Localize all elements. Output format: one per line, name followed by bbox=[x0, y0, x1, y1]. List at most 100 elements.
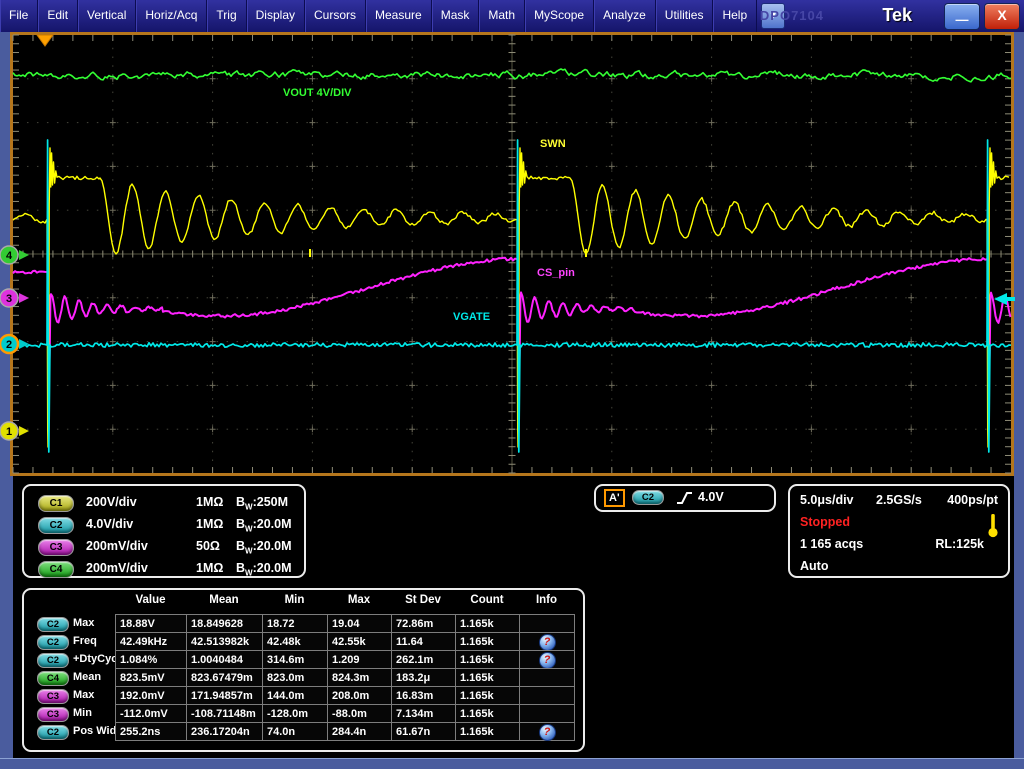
meas-cell: 314.6m bbox=[262, 650, 328, 669]
menu-items: FileEditVerticalHoriz/AcqTrigDisplayCurs… bbox=[0, 0, 757, 32]
meas-cell: 823.5mV bbox=[115, 668, 187, 687]
thermometer-icon bbox=[986, 513, 1000, 539]
channel-settings-panel[interactable]: C1200V/div1MΩBW:250MC24.0V/div1MΩBW:20.0… bbox=[22, 484, 306, 578]
info-icon[interactable]: ? bbox=[539, 652, 556, 669]
meas-cell: 74.0n bbox=[262, 722, 328, 741]
meas-cell: 42.49kHz bbox=[115, 632, 187, 651]
channel-impedance: 50Ω bbox=[196, 539, 220, 553]
meas-source-badge-c2[interactable]: C2 bbox=[37, 725, 69, 740]
meas-source-badge-c3[interactable]: C3 bbox=[37, 689, 69, 704]
meas-header-mean: Mean bbox=[186, 594, 262, 610]
channel-badge-c4[interactable]: C4 bbox=[38, 561, 74, 578]
oscilloscope-screen: { "window": { "title_model": "DPO7104", … bbox=[0, 0, 1024, 768]
meas-cell: 18.72 bbox=[262, 614, 328, 633]
channel-readout-c1[interactable]: C1200V/div1MΩBW:250M bbox=[24, 494, 304, 512]
info-icon[interactable]: ? bbox=[539, 724, 556, 741]
menu-item-analyze[interactable]: Analyze bbox=[594, 0, 656, 32]
channel-readout-c2[interactable]: C2 4.0V/div 1MΩ BW:20.0M bbox=[24, 516, 304, 534]
meas-source-badge-c2[interactable]: C2 bbox=[37, 635, 69, 650]
meas-name-mean: Mean bbox=[73, 668, 101, 687]
menu-item-myscope[interactable]: MyScope bbox=[525, 0, 594, 32]
menu-item-mask[interactable]: Mask bbox=[432, 0, 480, 32]
info-icon[interactable]: ? bbox=[539, 634, 556, 651]
acquisition-status: Stopped bbox=[800, 515, 850, 529]
meas-info-cell bbox=[519, 614, 575, 633]
meas-cell: 11.64 bbox=[391, 632, 456, 651]
channel-1-position-marker[interactable]: 1 bbox=[0, 422, 29, 440]
meas-cell: -128.0m bbox=[262, 704, 328, 723]
meas-cell: 19.04 bbox=[327, 614, 392, 633]
trigger-readout-panel[interactable]: A' C2 4.0V bbox=[594, 484, 776, 512]
meas-cell: -108.71148m bbox=[186, 704, 263, 723]
meas-info-cell bbox=[519, 704, 575, 723]
close-button[interactable]: X bbox=[984, 3, 1020, 30]
meas-cell: 192.0mV bbox=[115, 686, 187, 705]
meas-cell: -88.0m bbox=[327, 704, 392, 723]
meas-cell: 1.165k bbox=[455, 650, 520, 669]
channel-badge-c2[interactable]: C2 bbox=[38, 517, 74, 534]
channel-scale: 200mV/div bbox=[86, 561, 148, 575]
meas-cell: 823.0m bbox=[262, 668, 328, 687]
menu-item-file[interactable]: File bbox=[0, 0, 38, 32]
trace-label-cs-pin: CS_pin bbox=[537, 267, 575, 279]
meas-cell: 236.17204n bbox=[186, 722, 263, 741]
menu-item-horiz-acq[interactable]: Horiz/Acq bbox=[136, 0, 207, 32]
meas-header-max: Max bbox=[327, 594, 391, 610]
channel-2-position-marker[interactable]: 2 bbox=[0, 335, 29, 353]
meas-name-min: Min bbox=[73, 704, 92, 723]
meas-cell: -112.0mV bbox=[115, 704, 187, 723]
minimize-button[interactable]: — bbox=[944, 3, 980, 30]
horizontal-acquisition-panel[interactable]: 5.0μs/div 2.5GS/s 400ps/pt Stopped 1 165… bbox=[788, 484, 1010, 578]
trigger-position-marker[interactable] bbox=[37, 35, 53, 46]
rising-edge-icon bbox=[676, 490, 694, 506]
meas-header-value: Value bbox=[115, 594, 186, 610]
channel-badge-c1[interactable]: C1 bbox=[38, 495, 74, 512]
channel-3-position-marker[interactable]: 3 bbox=[0, 289, 29, 307]
channel-bandwidth: BW:20.0M bbox=[236, 517, 292, 534]
meas-cell: 824.3m bbox=[327, 668, 392, 687]
channel-impedance: 1MΩ bbox=[196, 517, 223, 531]
channel-bandwidth: BW:20.0M bbox=[236, 561, 292, 578]
meas-cell: 18.849628 bbox=[186, 614, 263, 633]
menu-item-measure[interactable]: Measure bbox=[366, 0, 432, 32]
meas-cell: 42.48k bbox=[262, 632, 328, 651]
model-label: DPO7104 bbox=[760, 8, 824, 23]
menu-item-cursors[interactable]: Cursors bbox=[305, 0, 366, 32]
channel-4-position-marker[interactable]: 4 bbox=[0, 246, 29, 264]
meas-cell: 1.209 bbox=[327, 650, 392, 669]
channel-readout-c3[interactable]: C3200mV/div50ΩBW:20.0M bbox=[24, 538, 304, 556]
meas-cell: 61.67n bbox=[391, 722, 456, 741]
trigger-level-marker[interactable] bbox=[994, 293, 1015, 305]
record-length: RL:125k bbox=[935, 537, 984, 551]
meas-cell: 284.4n bbox=[327, 722, 392, 741]
menu-item-utilities[interactable]: Utilities bbox=[656, 0, 714, 32]
meas-source-badge-c2[interactable]: C2 bbox=[37, 617, 69, 632]
meas-name-max: Max bbox=[73, 686, 94, 705]
menu-item-edit[interactable]: Edit bbox=[38, 0, 78, 32]
waveform-display[interactable]: 4321VOUT 4V/DIVSWNCS_pinVGATE bbox=[10, 32, 1014, 476]
channel-impedance: 1MΩ bbox=[196, 561, 223, 575]
menu-item-vertical[interactable]: Vertical bbox=[78, 0, 136, 32]
meas-cell: 144.0m bbox=[262, 686, 328, 705]
channel-scale: 200V/div bbox=[86, 495, 137, 509]
meas-cell: 16.83m bbox=[391, 686, 456, 705]
meas-source-badge-c2[interactable]: C2 bbox=[37, 653, 69, 668]
meas-cell: 1.165k bbox=[455, 704, 520, 723]
meas-source-badge-c3[interactable]: C3 bbox=[37, 707, 69, 722]
meas-cell: 7.134m bbox=[391, 704, 456, 723]
channel-scale: 4.0V/div bbox=[86, 517, 133, 531]
sample-rate: 2.5GS/s bbox=[876, 493, 922, 507]
timebase-scale: 5.0μs/div bbox=[800, 493, 854, 507]
meas-source-badge-c4[interactable]: C4 bbox=[37, 671, 69, 686]
channel-readout-c4[interactable]: C4 200mV/div 1MΩ BW:20.0M bbox=[24, 560, 304, 578]
trigger-a-badge: A' bbox=[604, 489, 625, 507]
trigger-source-badge[interactable]: C2 bbox=[632, 490, 664, 505]
menu-item-math[interactable]: Math bbox=[479, 0, 525, 32]
bottom-window-edge bbox=[0, 758, 1024, 769]
menu-item-help[interactable]: Help bbox=[713, 0, 757, 32]
menu-item-trig[interactable]: Trig bbox=[207, 0, 246, 32]
meas-cell: 1.165k bbox=[455, 686, 520, 705]
meas-header-count: Count bbox=[455, 594, 519, 610]
menu-item-display[interactable]: Display bbox=[247, 0, 305, 32]
channel-badge-c3[interactable]: C3 bbox=[38, 539, 74, 556]
